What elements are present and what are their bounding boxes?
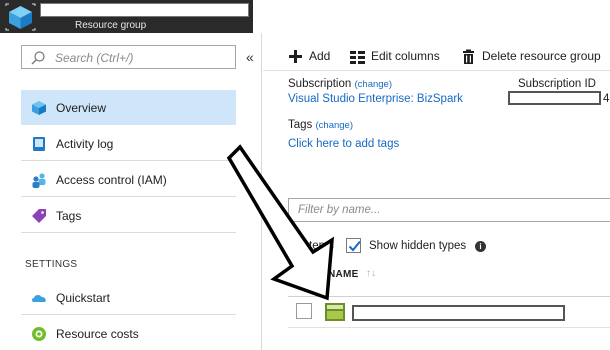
resource-group-subtitle: Resource group — [75, 20, 147, 31]
resource-group-cube-icon — [5, 3, 36, 31]
sort-arrows-icon[interactable]: ↑↓ — [366, 268, 376, 279]
add-label: Add — [309, 49, 331, 63]
header-divider — [288, 296, 610, 297]
search-icon — [31, 51, 45, 65]
quickstart-cloud-icon — [32, 295, 46, 302]
delete-resource-group-button[interactable]: Delete resource group — [461, 48, 609, 66]
trash-icon — [463, 49, 474, 64]
nav-label: Access control (IAM) — [56, 173, 167, 187]
nav-item-activity-log[interactable]: Activity log — [21, 126, 236, 161]
add-button[interactable]: Add — [288, 48, 338, 66]
nav-label: Tags — [56, 209, 82, 223]
subscription-label-text: Subscription — [288, 78, 352, 90]
settings-section-heading: SETTINGS — [25, 259, 78, 270]
resource-menu-panel: Search (Ctrl+/) « Overview Activity log … — [0, 33, 262, 350]
activity-log-icon — [33, 137, 45, 151]
subscription-name-link[interactable]: Visual Studio Enterprise: BizSpark — [288, 93, 463, 105]
subscription-id-label: Subscription ID — [518, 78, 596, 90]
iam-icon — [32, 173, 46, 188]
overview-icon — [32, 101, 46, 115]
nav-label: Resource costs — [56, 327, 139, 341]
resource-type-icon — [325, 303, 345, 321]
resource-costs-icon — [32, 327, 46, 341]
checkmark-icon — [348, 240, 361, 252]
show-hidden-types-checkbox[interactable] — [346, 238, 361, 253]
tags-label-text: Tags — [288, 119, 313, 131]
tag-icon — [32, 209, 46, 223]
filter-placeholder: Filter by name... — [298, 204, 381, 216]
delete-label: Delete resource group — [482, 49, 601, 63]
nav-label: Activity log — [56, 137, 114, 151]
collapse-menu-button[interactable]: « — [246, 49, 254, 65]
columns-icon — [350, 51, 365, 64]
search-placeholder: Search (Ctrl+/) — [55, 51, 134, 65]
tags-change-link[interactable]: (change) — [316, 120, 354, 131]
nav-item-overview[interactable]: Overview — [21, 90, 236, 125]
items-count-label: tems — [309, 240, 334, 252]
name-column-header[interactable]: NAME — [328, 269, 359, 280]
nav-item-tags[interactable]: Tags — [21, 198, 236, 233]
menu-search-input[interactable]: Search (Ctrl+/) — [21, 45, 236, 69]
top-header-bar: Resource group — [0, 0, 253, 33]
subscription-change-link[interactable]: (change) — [355, 79, 393, 90]
add-tags-link[interactable]: Click here to add tags — [288, 138, 399, 150]
subscription-label: Subscription (change) — [288, 78, 392, 90]
nav-item-resource-costs[interactable]: Resource costs — [21, 316, 236, 350]
nav-item-quickstart[interactable]: Quickstart — [21, 280, 236, 315]
nav-label: Overview — [56, 101, 107, 115]
info-icon[interactable]: i — [475, 241, 486, 252]
redacted-resource-group-name — [40, 3, 249, 17]
row-select-checkbox[interactable] — [296, 303, 312, 319]
show-hidden-types-label: Show hidden types — [369, 240, 467, 252]
tags-label: Tags (change) — [288, 119, 353, 131]
nav-label: Quickstart — [56, 291, 111, 305]
filter-by-name-input[interactable]: Filter by name... — [288, 198, 610, 222]
subscription-id-suffix: 4 — [603, 93, 610, 105]
toolbar-divider — [263, 70, 610, 71]
nav-item-access-control[interactable]: Access control (IAM) — [21, 162, 236, 197]
edit-columns-button[interactable]: Edit columns — [350, 48, 450, 66]
redacted-subscription-id — [508, 91, 601, 105]
plus-icon — [289, 50, 302, 63]
row-divider — [288, 327, 610, 328]
edit-columns-label: Edit columns — [371, 49, 440, 63]
redacted-resource-name[interactable] — [352, 305, 565, 321]
